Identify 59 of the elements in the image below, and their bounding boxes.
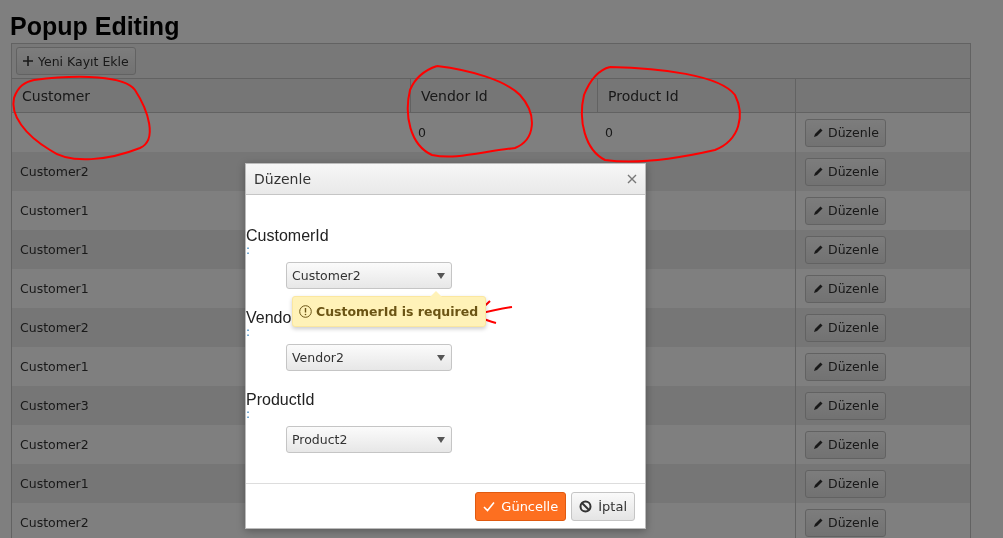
table-cell: 0 [605, 125, 613, 140]
label-colon: : [246, 409, 252, 421]
table-cell: Customer1 [20, 281, 89, 296]
edit-button[interactable]: Düzenle [805, 157, 886, 186]
table-cell: Customer2 [20, 515, 89, 530]
check-icon [483, 500, 496, 512]
dropdown-field[interactable]: Vendor2 [286, 344, 452, 371]
table-cell: Customer2 [20, 320, 89, 335]
edit-button[interactable]: Düzenle [805, 118, 886, 147]
pencil-icon [812, 283, 823, 294]
table-cell: 0 [418, 125, 426, 140]
pencil-icon [812, 517, 823, 528]
table-cell: Customer2 [20, 437, 89, 452]
caret-icon [437, 272, 445, 279]
table-cell: Customer3 [20, 398, 89, 413]
page-title: Popup Editing [10, 11, 181, 42]
field-label: ProductId [246, 391, 315, 409]
edit-button[interactable]: Düzenle [805, 274, 886, 303]
edit-button[interactable]: Düzenle [805, 508, 886, 537]
field-label: CustomerId [246, 227, 329, 245]
update-button[interactable]: Güncelle [475, 491, 567, 521]
label-colon: : [246, 327, 252, 339]
table-cell: Customer1 [20, 359, 89, 374]
pencil-icon [812, 322, 823, 333]
edit-button[interactable]: Düzenle [805, 352, 886, 381]
pencil-icon [812, 205, 823, 216]
caret-icon [437, 436, 445, 443]
pencil-icon [812, 166, 823, 177]
label-colon: : [246, 245, 252, 257]
ban-icon [579, 499, 593, 513]
pencil-icon [812, 400, 823, 411]
table-cell: Customer1 [20, 242, 89, 257]
pencil-icon [812, 478, 823, 489]
dropdown-field[interactable]: Customer2 [286, 262, 452, 289]
close-icon[interactable] [627, 174, 637, 184]
table-cell: Customer2 [20, 164, 89, 179]
column-header[interactable]: Product Id [597, 79, 795, 112]
pencil-icon [812, 361, 823, 372]
column-header[interactable]: Vendor Id [410, 79, 597, 112]
cancel-button[interactable]: İptal [571, 491, 635, 521]
field-label: Vendo [246, 309, 292, 327]
column-header[interactable]: Customer [12, 79, 410, 112]
edit-button[interactable]: Düzenle [805, 430, 886, 459]
dropdown-field[interactable]: Product2 [286, 426, 452, 453]
edit-button[interactable]: Düzenle [805, 469, 886, 498]
table-cell: Customer1 [20, 476, 89, 491]
add-record-button[interactable]: Yeni Kayıt Ekle [16, 47, 136, 75]
edit-button[interactable]: Düzenle [805, 313, 886, 342]
pencil-icon [812, 439, 823, 450]
dialog-title: Düzenle [254, 171, 311, 187]
edit-button[interactable]: Düzenle [805, 235, 886, 264]
pencil-icon [812, 127, 823, 138]
edit-button[interactable]: Düzenle [805, 391, 886, 420]
pencil-icon [812, 244, 823, 255]
caret-icon [437, 354, 445, 361]
table-cell: Customer1 [20, 203, 89, 218]
plus-icon [23, 56, 33, 66]
warning-icon [299, 305, 312, 318]
edit-button[interactable]: Düzenle [805, 196, 886, 225]
